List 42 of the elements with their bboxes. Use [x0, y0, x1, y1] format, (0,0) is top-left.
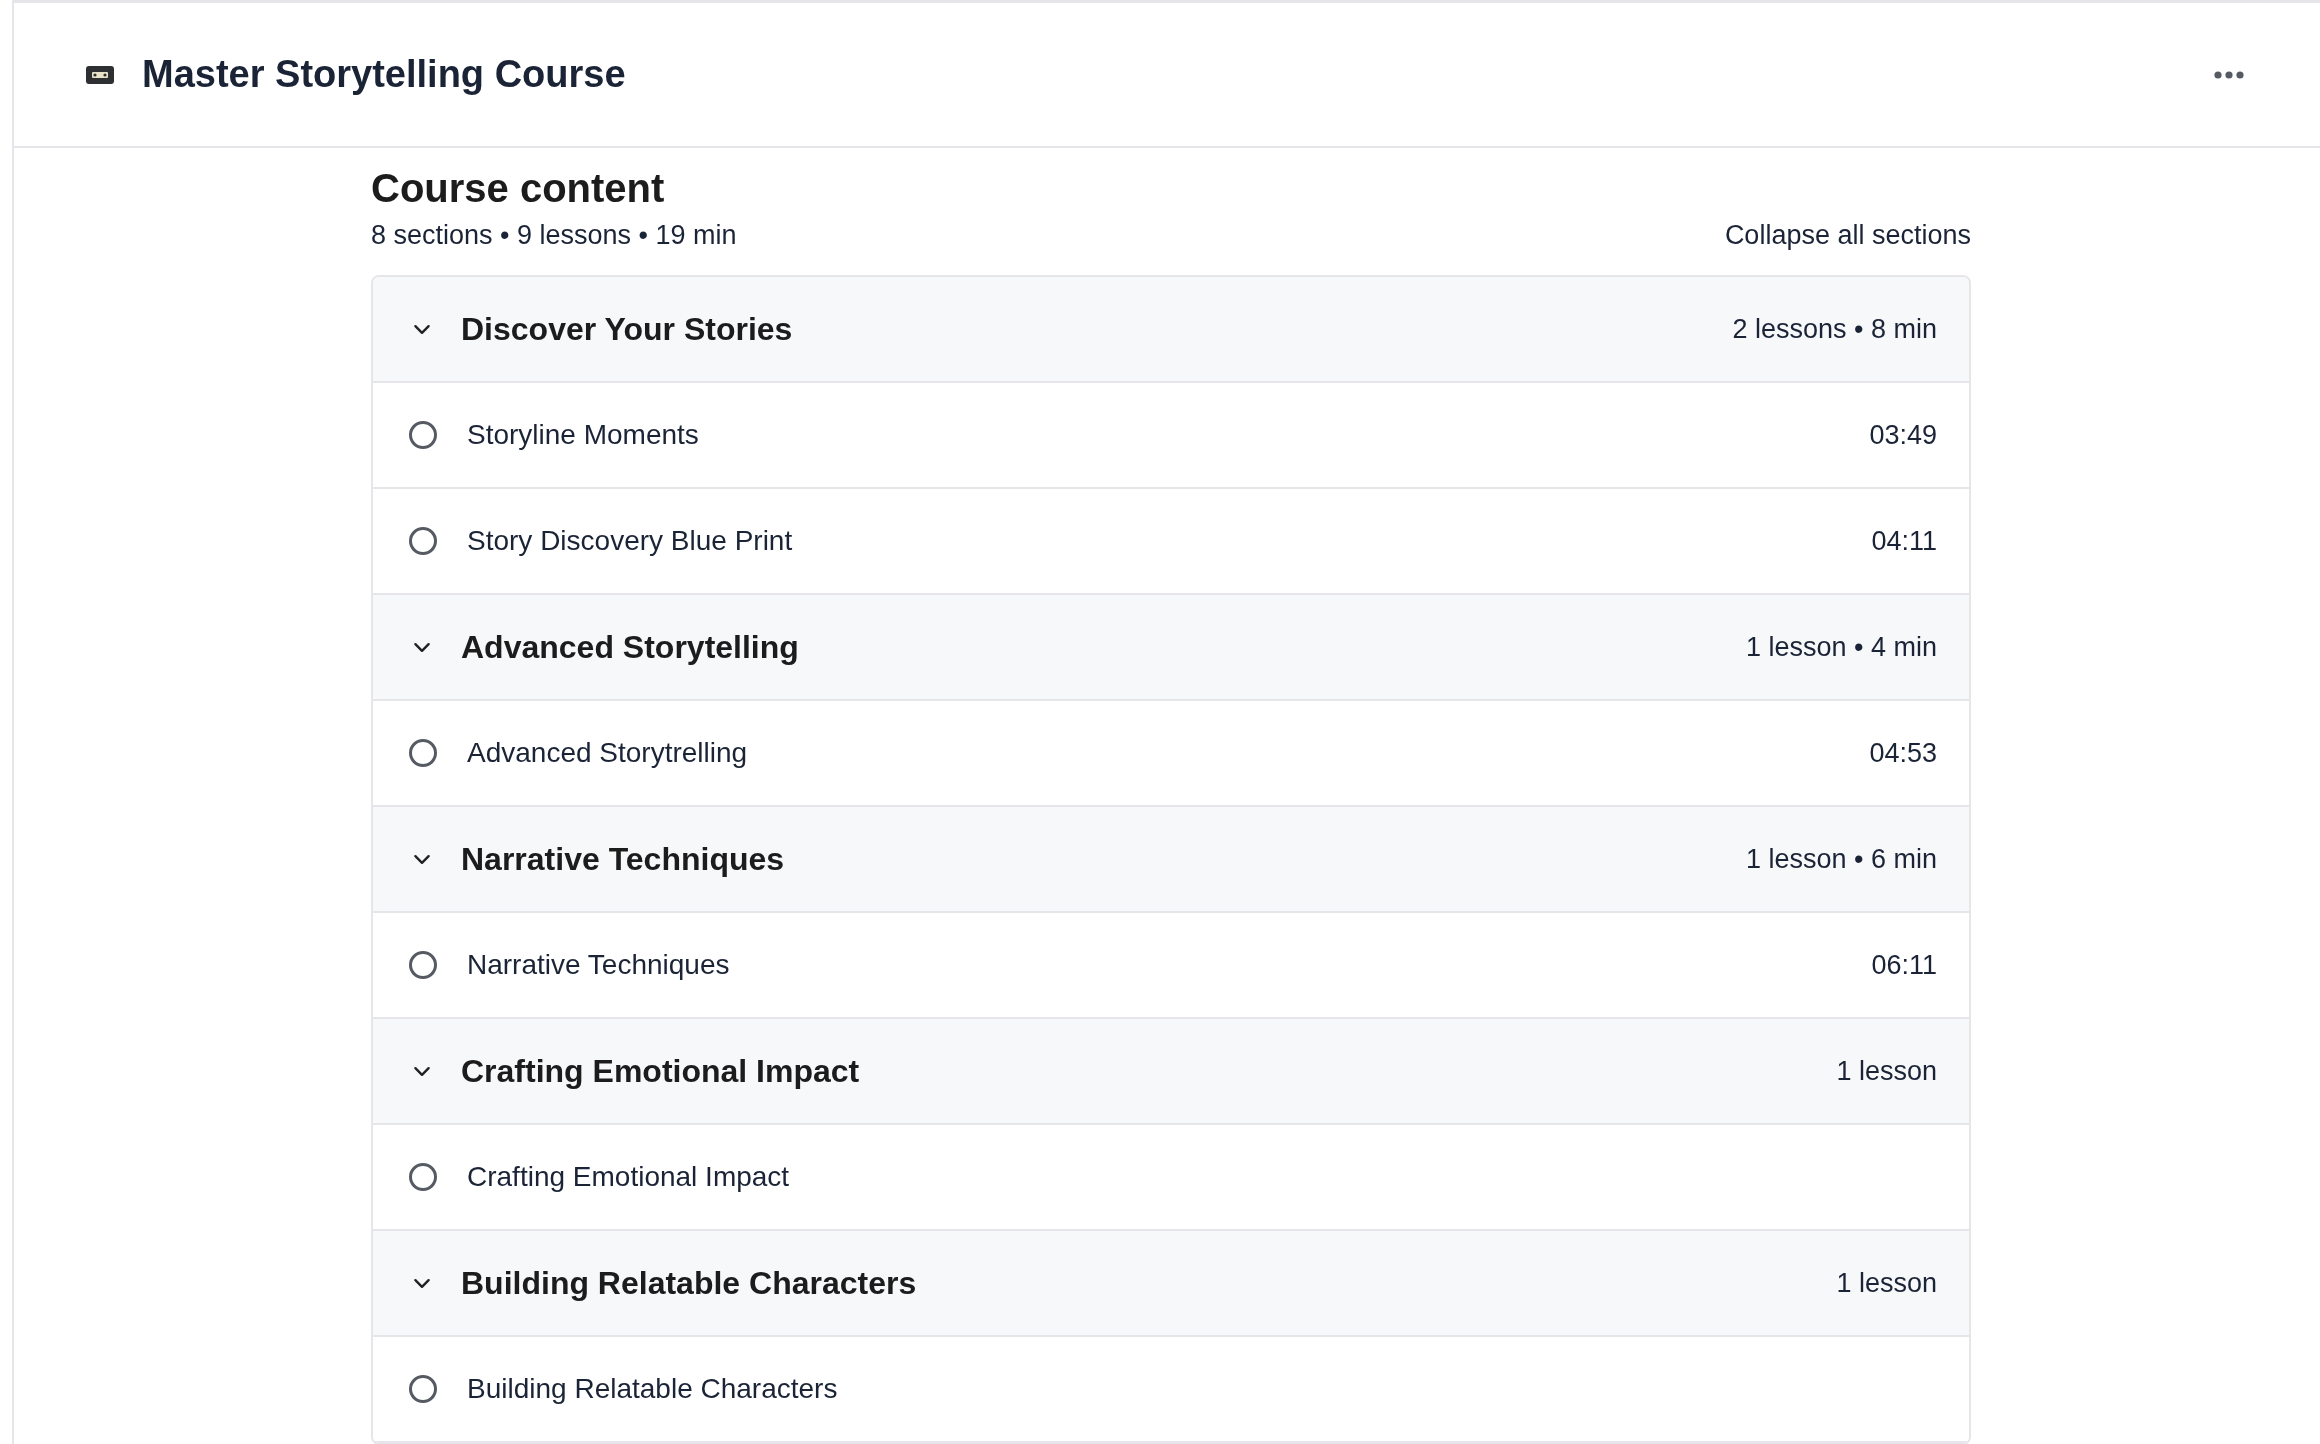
- section-meta: 1 lesson: [1836, 1267, 1937, 1299]
- section-header[interactable]: Advanced Storytelling 1 lesson • 4 min: [373, 595, 1969, 701]
- lesson-duration: 04:11: [1871, 525, 1937, 557]
- section-header[interactable]: Building Relatable Characters 1 lesson: [373, 1231, 1969, 1337]
- lesson-duration: 04:53: [1869, 737, 1937, 769]
- section-meta: 1 lesson • 4 min: [1745, 631, 1937, 663]
- lesson-title: Crafting Emotional Impact: [467, 1161, 791, 1193]
- section-title: Narrative Techniques: [461, 840, 786, 878]
- cassette-icon: [86, 65, 114, 84]
- section-header[interactable]: Crafting Emotional Impact 1 lesson: [373, 1019, 1969, 1125]
- section-header[interactable]: Discover Your Stories 2 lessons • 8 min: [373, 277, 1969, 383]
- section-meta: 1 lesson: [1836, 1055, 1937, 1087]
- completion-checkbox[interactable]: [409, 1163, 437, 1191]
- lesson-title: Narrative Techniques: [467, 949, 731, 981]
- lesson-title: Story Discovery Blue Print: [467, 525, 794, 557]
- chevron-icon: [413, 1277, 431, 1289]
- chevron-icon: [413, 641, 431, 653]
- chevron-icon: [413, 1065, 431, 1077]
- chevron-icon: [413, 323, 431, 335]
- lesson-title: Advanced Storytrelling: [467, 737, 749, 769]
- completion-checkbox[interactable]: [409, 421, 437, 449]
- completion-checkbox[interactable]: [409, 739, 437, 767]
- lesson-title: Building Relatable Characters: [467, 1373, 839, 1405]
- lesson-duration: 03:49: [1869, 419, 1937, 451]
- section-title: Advanced Storytelling: [461, 628, 800, 666]
- chevron-icon: [413, 853, 431, 865]
- completion-checkbox[interactable]: [409, 951, 437, 979]
- course-summary: 8 sections • 9 lessons • 19 min: [371, 220, 737, 251]
- section-header[interactable]: Narrative Techniques 1 lesson • 6 min: [373, 807, 1969, 913]
- more-icon: [2214, 70, 2244, 79]
- section-title: Crafting Emotional Impact: [461, 1052, 861, 1090]
- section-meta: 2 lessons • 8 min: [1732, 313, 1937, 345]
- completion-checkbox[interactable]: [409, 527, 437, 555]
- section-meta: 1 lesson • 6 min: [1745, 843, 1937, 875]
- lesson-duration: 06:11: [1871, 949, 1937, 981]
- section-title: Building Relatable Characters: [461, 1264, 918, 1302]
- section-title: Discover Your Stories: [461, 310, 794, 348]
- lesson-title: Storyline Moments: [467, 419, 700, 451]
- completion-checkbox[interactable]: [409, 1375, 437, 1403]
- course-content-heading: Course content: [371, 165, 666, 212]
- collapse-all-link[interactable]: Collapse all sections: [1724, 220, 1971, 251]
- course-title: Master Storytelling Course: [142, 53, 627, 96]
